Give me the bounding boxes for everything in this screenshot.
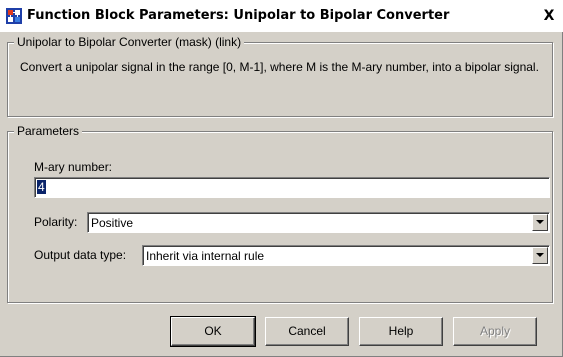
polarity-dropdown-button[interactable] — [532, 214, 548, 231]
simulink-block-icon — [6, 8, 22, 24]
mask-description-text: Convert a unipolar signal in the range [… — [20, 60, 539, 74]
output-data-type-dropdown-button[interactable] — [532, 247, 548, 264]
mask-description-group: Unipolar to Bipolar Converter (mask) (li… — [7, 35, 553, 117]
parameters-group-legend: Parameters — [14, 124, 83, 138]
ok-button[interactable]: OK — [170, 316, 256, 347]
mary-number-label: M-ary number: — [34, 160, 113, 174]
polarity-select[interactable]: Positive — [87, 212, 550, 233]
cancel-button[interactable]: Cancel — [265, 317, 349, 346]
polarity-label: Polarity: — [34, 215, 78, 229]
title-bar[interactable]: Function Block Parameters: Unipolar to B… — [0, 0, 563, 32]
output-data-type-label: Output data type: — [34, 248, 127, 262]
close-button[interactable]: X — [541, 8, 557, 24]
apply-button[interactable]: Apply — [453, 317, 537, 346]
mary-number-value: 4 — [37, 180, 46, 194]
parameters-group: Parameters M-ary number: 4 Polarity: Pos… — [7, 124, 553, 303]
output-data-type-select[interactable]: Inherit via internal rule — [142, 245, 550, 266]
mary-number-input[interactable]: 4 — [34, 177, 550, 198]
mask-group-legend: Unipolar to Bipolar Converter (mask) (li… — [14, 35, 245, 49]
output-data-type-value: Inherit via internal rule — [146, 249, 265, 263]
window-title: Function Block Parameters: Unipolar to B… — [27, 8, 450, 23]
polarity-value: Positive — [91, 216, 134, 230]
chevron-down-icon — [536, 220, 544, 224]
dialog-window: Function Block Parameters: Unipolar to B… — [0, 0, 563, 357]
help-button[interactable]: Help — [359, 317, 443, 346]
chevron-down-icon — [536, 253, 544, 257]
